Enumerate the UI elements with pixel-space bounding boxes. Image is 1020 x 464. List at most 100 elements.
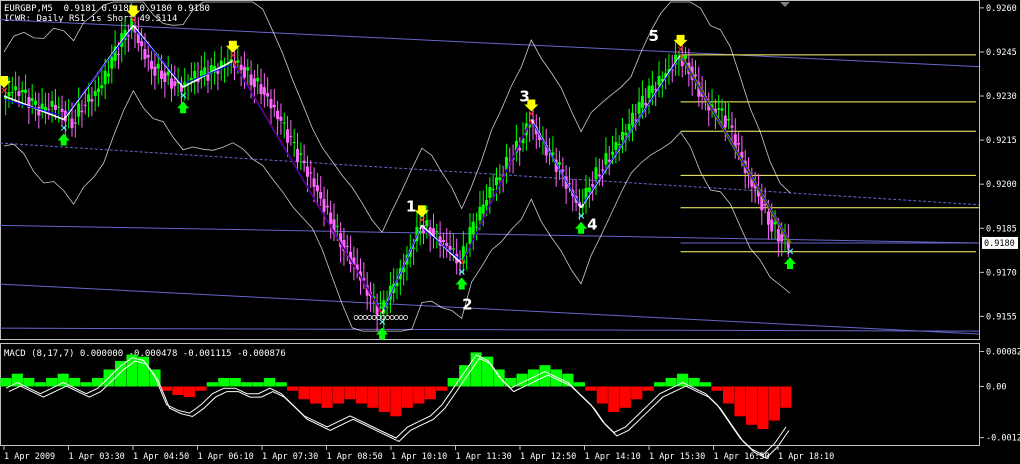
candle-body [239, 64, 243, 71]
forex-chart[interactable]: ✕✕✕✕✕✕✕✕✕✕✕✕ 21345 0.92600.92450.92300.9… [0, 0, 1020, 464]
low-marker-circle [403, 315, 408, 320]
macd-bar [573, 382, 585, 387]
macd-tick-label: 0.00 [986, 382, 1006, 392]
candle-body [558, 162, 562, 165]
candle-body [169, 78, 173, 89]
low-marker-circle [394, 315, 399, 320]
time-tick-label: 1 Apr 10:10 [391, 452, 447, 462]
candle-body [471, 221, 475, 235]
candle-body [657, 76, 661, 86]
macd-bar [126, 354, 138, 387]
macd-bar [195, 386, 207, 391]
buy-cross-icon: ✕ [458, 268, 466, 279]
candle-body [445, 242, 449, 246]
candle-body [286, 129, 290, 143]
macd-bar [550, 369, 563, 387]
candle-body [644, 102, 648, 106]
low-marker-circle [389, 315, 395, 320]
time-tick-label: 1 Apr 2009 [4, 452, 55, 462]
candle-body [173, 81, 177, 87]
low-marker-circle [353, 315, 359, 320]
macd-bar [309, 386, 322, 404]
candle-body [650, 85, 654, 94]
candle-body [14, 86, 18, 91]
candle-body [37, 106, 41, 116]
candle-body [468, 227, 472, 244]
macd-bar [321, 386, 333, 408]
wave-labels: 2 1 3 4 5 [406, 27, 659, 314]
macd-bar [734, 386, 746, 417]
candle-body [773, 221, 777, 225]
price-tick-label: 0.9245 [986, 48, 1017, 58]
candle-body [302, 160, 306, 164]
candle-body [587, 187, 591, 193]
price-tick-label: 0.9230 [986, 92, 1017, 102]
candle-body [80, 110, 84, 113]
macd-bar [287, 386, 299, 391]
buy-cross-icon: ✕ [179, 91, 187, 102]
candle-body [97, 88, 101, 93]
candle-body [57, 106, 61, 108]
macd-bar [355, 386, 368, 404]
candle-body [150, 60, 154, 70]
price-tick-label: 0.9185 [986, 224, 1017, 234]
candle-body [289, 136, 293, 138]
time-tick-label: 1 Apr 11:30 [456, 452, 512, 462]
candle-body [259, 84, 263, 95]
low-marker-circle [398, 315, 404, 320]
time-tick-label: 1 Apr 12:50 [520, 452, 576, 462]
candle-body [614, 142, 618, 150]
macd-bar [459, 365, 471, 387]
candle-body [269, 98, 273, 109]
macd-axis: 0.000822 0.00 -0.0012 [980, 347, 1020, 444]
buy-cross-icon: ✕ [60, 124, 68, 135]
low-marker-circle [358, 315, 363, 320]
candle-body [292, 142, 296, 144]
time-tick-label: 1 Apr 06:10 [198, 452, 254, 462]
macd-bar [229, 377, 241, 387]
candle-body [199, 70, 203, 77]
candle-body [475, 226, 479, 228]
time-tick-label: 1 Apr 08:50 [327, 452, 383, 462]
zigzag-inner-segment [582, 58, 679, 204]
macd-bar [367, 386, 379, 408]
macd-bar [344, 386, 356, 400]
candle-body [276, 110, 280, 120]
shift-marker-icon[interactable] [780, 2, 790, 7]
low-marker-circle [362, 315, 368, 320]
candle-body [153, 66, 157, 76]
buy-arrow-icon [455, 277, 468, 290]
candle-body [488, 186, 492, 198]
candle-body [312, 178, 316, 187]
candle-body [203, 67, 207, 76]
candle-body [627, 124, 631, 131]
price-tick-label: 0.9170 [986, 268, 1017, 278]
time-tick-label: 1 Apr 03:30 [69, 452, 125, 462]
candle-body [299, 153, 303, 155]
wave-label-5: 5 [649, 27, 659, 45]
wave-label-4: 4 [587, 216, 597, 234]
price-tick-label: 0.9215 [986, 136, 1017, 146]
candle-body [296, 148, 300, 162]
channel-line [0, 327, 980, 332]
channel-line [0, 224, 980, 244]
macd-bar [378, 386, 390, 413]
candle-body [435, 231, 439, 233]
candle-body [491, 189, 495, 191]
price-tick-label: 0.9200 [986, 180, 1017, 190]
macd-bar [608, 386, 620, 413]
candle-body [561, 169, 565, 172]
candle-body [163, 72, 167, 83]
macd-bar [768, 386, 780, 421]
candle-body [50, 100, 54, 107]
buy-cross-icon: ✕ [786, 247, 794, 258]
candle-body [485, 200, 489, 206]
macd-bar [252, 382, 264, 387]
macd-bar [436, 386, 448, 391]
macd-bar [264, 377, 276, 387]
candle-body [116, 53, 120, 55]
candle-body [604, 153, 608, 165]
time-tick-label: 1 Apr 07:30 [262, 452, 318, 462]
candle-body [624, 132, 628, 136]
macd-bar [619, 386, 631, 408]
